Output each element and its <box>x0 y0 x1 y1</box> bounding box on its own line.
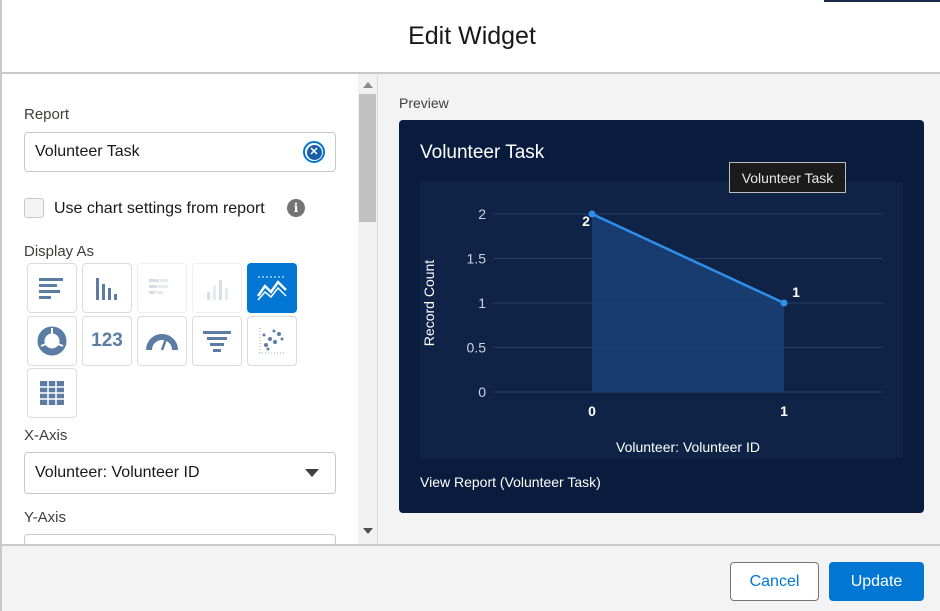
scroll-up-arrow-icon[interactable] <box>363 82 373 88</box>
widget-title: Volunteer Task <box>420 142 545 163</box>
use-chart-settings-checkbox[interactable] <box>24 198 44 218</box>
dialog-footer: Cancel Update <box>2 544 940 611</box>
data-label: 2 <box>582 213 590 229</box>
donut-chart-button[interactable] <box>27 316 77 366</box>
dialog-header: Edit Widget <box>2 0 940 74</box>
y-tick-label: 0 <box>478 384 486 400</box>
stacked-vertical-bar-icon <box>207 280 228 300</box>
gauge-icon <box>146 334 178 351</box>
stacked-horizontal-bar-chart-button[interactable] <box>137 263 187 313</box>
table-icon <box>40 381 64 405</box>
metric-chart-button[interactable]: 123 <box>82 316 132 366</box>
chart-area[interactable]: 0 0.5 1 1.5 2 2 0 1 1 Volunteer: Volunteer ID Reco… <box>420 182 903 458</box>
view-report-link[interactable]: View Report (Volunteer Task) <box>420 474 601 490</box>
info-icon[interactable]: i <box>287 199 305 217</box>
line-chart: 0 0.5 1 1.5 2 2 0 1 1 Volunteer: Volunteer ID Reco… <box>421 206 883 455</box>
line-chart-icon <box>256 276 287 301</box>
funnel-chart-button[interactable] <box>192 316 242 366</box>
chevron-down-icon <box>305 469 319 477</box>
area-fill <box>592 214 784 392</box>
preview-label: Preview <box>399 95 449 111</box>
metric-icon: 123 <box>91 330 123 351</box>
preview-panel: Preview Volunteer Task 0 0.5 1 1.5 2 2 0 1 1 Volu… <box>377 74 940 544</box>
clear-report-button[interactable]: ✕ <box>303 141 325 163</box>
scatter-icon <box>259 328 286 354</box>
vertical-bar-chart-button[interactable] <box>82 263 132 313</box>
widget-settings-panel: Report Volunteer Task ✕ Use chart settin… <box>4 74 358 544</box>
scroll-thumb[interactable] <box>359 94 376 222</box>
x-axis-select[interactable]: Volunteer: Volunteer ID <box>24 452 336 494</box>
data-label: 1 <box>792 284 800 300</box>
y-axis-title: Record Count <box>421 260 437 346</box>
chart-tooltip: Volunteer Task <box>729 162 846 193</box>
table-chart-button[interactable] <box>27 368 77 418</box>
y-tick-label: 0.5 <box>467 340 487 356</box>
preview-widget-card: Volunteer Task 0 0.5 1 1.5 2 2 0 1 1 Volunteer: V… <box>399 120 924 513</box>
y-tick-label: 1 <box>478 295 486 311</box>
display-as-label: Display As <box>24 243 95 260</box>
use-chart-settings-label: Use chart settings from report <box>54 200 265 217</box>
scatter-chart-button[interactable] <box>247 316 297 366</box>
y-axis-label: Y-Axis <box>24 509 66 526</box>
report-lookup-input[interactable]: Volunteer Task ✕ <box>24 132 336 172</box>
y-tick-label: 1.5 <box>467 251 487 267</box>
x-tick-label: 0 <box>588 403 596 419</box>
line-chart-button[interactable] <box>247 263 297 313</box>
horizontal-bar-chart-button[interactable] <box>27 263 77 313</box>
donut-icon <box>37 326 67 356</box>
data-point <box>780 299 788 307</box>
stacked-vertical-bar-chart-button[interactable] <box>192 263 242 313</box>
gauge-chart-button[interactable] <box>137 316 187 366</box>
y-axis-select[interactable] <box>24 534 336 544</box>
x-tick-label: 1 <box>780 403 788 419</box>
update-button[interactable]: Update <box>829 562 924 601</box>
funnel-icon <box>203 331 231 352</box>
x-axis-value: Volunteer: Volunteer ID <box>35 464 200 481</box>
stacked-horizontal-bar-icon <box>149 279 168 294</box>
close-icon: ✕ <box>306 144 322 160</box>
report-value: Volunteer Task <box>35 143 140 160</box>
edit-widget-dialog: Edit Widget Report Volunteer Task ✕ Use … <box>0 0 940 611</box>
vertical-bar-icon <box>96 278 117 300</box>
cancel-button[interactable]: Cancel <box>730 562 819 601</box>
dialog-title: Edit Widget <box>408 21 536 50</box>
settings-scrollbar[interactable] <box>358 74 377 544</box>
horizontal-bar-icon <box>39 278 63 299</box>
scroll-down-arrow-icon[interactable] <box>363 528 373 534</box>
x-axis-label: X-Axis <box>24 427 68 444</box>
x-axis-title: Volunteer: Volunteer ID <box>616 439 760 455</box>
y-tick-label: 2 <box>478 206 486 222</box>
report-label: Report <box>24 106 70 123</box>
